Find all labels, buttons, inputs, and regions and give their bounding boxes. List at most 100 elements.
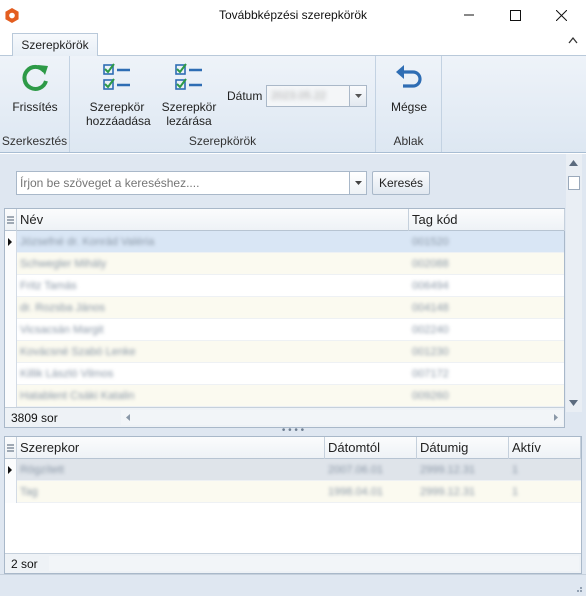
- cell-name: Schwegler Mihály: [20, 258, 107, 270]
- table-row[interactable]: Kovácsné Szabó Lenke 001230: [5, 341, 564, 363]
- search-area: Keresés: [4, 154, 564, 206]
- cell-tag-code: 007172: [412, 368, 449, 380]
- maximize-icon: [509, 9, 521, 21]
- horizontal-scrollbar[interactable]: [49, 556, 579, 571]
- main-panel: Keresés Név Tag kód Józsefné dr. Konrád …: [0, 154, 586, 596]
- vertical-scrollbar[interactable]: [566, 154, 582, 412]
- close-icon: [555, 9, 567, 21]
- row-indicator: [5, 253, 17, 275]
- close-role-button[interactable]: Szerepkör lezárása: [158, 62, 220, 128]
- cell-to-date: 2999.12.31: [420, 486, 476, 498]
- column-header-to-date[interactable]: Dátumig: [417, 437, 509, 459]
- cell-role: Tag: [20, 486, 38, 498]
- table-row[interactable]: Józsefné dr. Konrád Valéria 001520: [5, 231, 564, 253]
- scroll-right-icon[interactable]: [551, 410, 561, 425]
- table-row[interactable]: Schwegler Mihály 002088: [5, 253, 564, 275]
- add-role-label-1: Szerepkör: [89, 100, 145, 114]
- row-indicator: [5, 481, 17, 503]
- add-role-button[interactable]: Szerepkör hozzáadása: [86, 62, 151, 128]
- ribbon-group-window: Mégse Ablak: [376, 56, 442, 152]
- roles-grid: Szerepkor Dátomtól Dátumig Aktív Rögzíte…: [4, 436, 582, 574]
- scroll-down-icon[interactable]: [569, 400, 578, 406]
- cancel-label: Mégse: [390, 100, 428, 114]
- scroll-left-icon[interactable]: [123, 410, 133, 425]
- current-row-icon: [8, 466, 12, 474]
- refresh-button[interactable]: Frissítés: [6, 62, 64, 114]
- column-header-tag-code[interactable]: Tag kód: [409, 209, 565, 231]
- roles-grid-footer: 2 sor: [5, 553, 581, 573]
- date-picker[interactable]: 2023.05.22: [266, 85, 367, 107]
- panel-splitter[interactable]: • • • •: [0, 426, 586, 436]
- search-button[interactable]: Keresés: [372, 171, 430, 195]
- cell-name: Józsefné dr. Konrád Valéria: [20, 236, 155, 248]
- close-role-label-1: Szerepkör: [161, 100, 217, 114]
- scroll-thumb[interactable]: [568, 176, 580, 190]
- cell-name: Vicsacsán Margit: [20, 324, 104, 336]
- column-header-name[interactable]: Név: [17, 209, 409, 231]
- search-dropdown-button[interactable]: [349, 172, 366, 194]
- date-label: Dátum: [227, 89, 263, 103]
- tab-szerepkorok[interactable]: Szerepkörök: [12, 33, 98, 57]
- row-indicator: [5, 341, 17, 363]
- cell-from-date: 2007.06.01: [328, 464, 384, 476]
- scroll-up-icon[interactable]: [569, 160, 578, 166]
- cell-tag-code: 004148: [412, 302, 449, 314]
- checklist-close-icon: [175, 63, 202, 90]
- refresh-label: Frissítés: [12, 100, 58, 114]
- table-row[interactable]: Vicsacsán Margit 002240: [5, 319, 564, 341]
- maximize-button[interactable]: [492, 0, 538, 30]
- row-indicator: [5, 297, 17, 319]
- collapse-ribbon-icon[interactable]: [568, 36, 578, 44]
- roles-grid-header: Szerepkor Dátomtól Dátumig Aktív: [5, 437, 581, 459]
- column-chooser[interactable]: [5, 209, 17, 231]
- table-row[interactable]: Rögzített 2007.06.01 2999.12.31 1: [5, 459, 581, 481]
- cell-name: Fritz Tamás: [20, 280, 77, 292]
- minimize-button[interactable]: [446, 0, 492, 30]
- row-indicator: [5, 231, 17, 253]
- row-count: 3809 sor: [11, 411, 58, 425]
- undo-arrow-icon: [396, 65, 422, 88]
- cancel-button[interactable]: Mégse: [380, 62, 438, 114]
- minimize-icon: [464, 14, 474, 16]
- current-row-icon: [8, 238, 12, 246]
- group-label-roles: Szerepkörök: [188, 134, 257, 148]
- cell-name: dr. Rozsba János: [20, 302, 105, 314]
- cell-active: 1: [512, 486, 519, 498]
- close-role-label-2: lezárása: [166, 114, 212, 128]
- table-row[interactable]: Hatablent Csáki Katalin 009260: [5, 385, 564, 407]
- row-count: 2 sor: [11, 557, 38, 571]
- cell-tag-code: 009260: [412, 390, 449, 402]
- cell-tag-code: 006494: [412, 280, 449, 292]
- cell-tag-code: 002240: [412, 324, 449, 336]
- row-indicator: [5, 319, 17, 341]
- people-grid: Név Tag kód Józsefné dr. Konrád Valéria …: [4, 208, 565, 428]
- table-row[interactable]: Killik László Vilmos 007172: [5, 363, 564, 385]
- group-label-edit: Szerkesztés: [1, 134, 68, 148]
- date-dropdown-button[interactable]: [349, 86, 366, 106]
- cell-name: Hatablent Csáki Katalin: [20, 390, 135, 402]
- resize-grip-icon[interactable]: [573, 583, 583, 593]
- add-role-label-2: hozzáadása: [86, 114, 151, 128]
- cell-tag-code: 002088: [412, 258, 449, 270]
- ribbon-tab-strip: Szerepkörök: [0, 30, 586, 57]
- column-header-role[interactable]: Szerepkor: [17, 437, 325, 459]
- table-row[interactable]: dr. Rozsba János 004148: [5, 297, 564, 319]
- table-row[interactable]: Tag 1998.04.01 2999.12.31 1: [5, 481, 581, 503]
- search-input[interactable]: [20, 175, 345, 191]
- table-row[interactable]: Fritz Tamás 006494: [5, 275, 564, 297]
- ribbon-group-edit: Frissítés Szerkesztés: [0, 56, 70, 152]
- row-indicator: [5, 363, 17, 385]
- column-chooser[interactable]: [5, 437, 17, 459]
- horizontal-scrollbar[interactable]: [121, 410, 563, 425]
- column-header-from-date[interactable]: Dátomtól: [325, 437, 417, 459]
- column-header-active[interactable]: Aktív: [509, 437, 581, 459]
- chevron-down-icon: [354, 181, 362, 185]
- people-grid-footer: 3809 sor: [5, 407, 564, 427]
- cell-tag-code: 001520: [412, 236, 449, 248]
- refresh-icon: [22, 64, 48, 91]
- search-combo[interactable]: [16, 171, 367, 195]
- chevron-down-icon: [354, 94, 362, 98]
- close-button[interactable]: [538, 0, 584, 30]
- group-label-window: Ablak: [393, 134, 424, 148]
- ribbon: Frissítés Szerkesztés Szerepkör hozzáadá…: [0, 56, 586, 153]
